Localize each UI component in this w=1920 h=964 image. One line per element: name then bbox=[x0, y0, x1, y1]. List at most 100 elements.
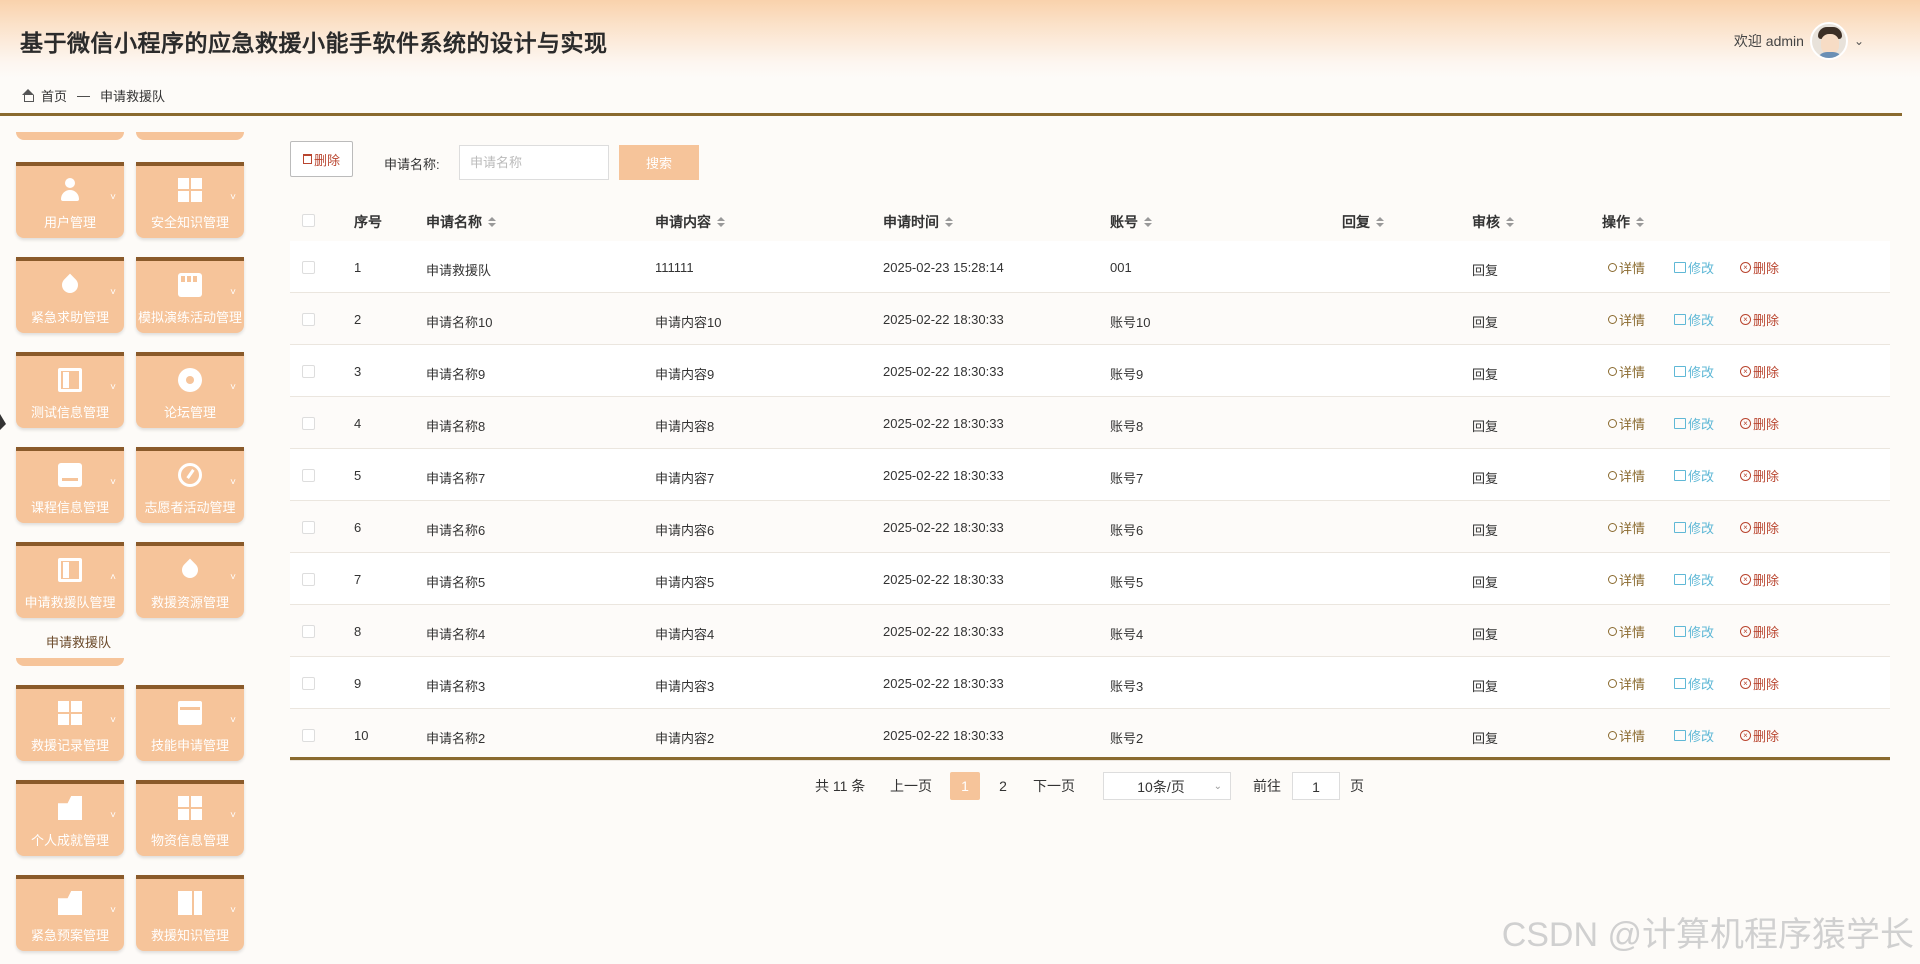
goto-page-input[interactable]: 1 bbox=[1292, 772, 1340, 800]
delete-button[interactable]: × 删除 bbox=[1740, 622, 1779, 641]
sidebar-item-5[interactable]: 测试信息管理 ˅ bbox=[16, 352, 124, 428]
detail-button[interactable]: 详情 bbox=[1608, 414, 1645, 433]
row-checkbox[interactable] bbox=[302, 365, 315, 378]
batch-delete-button[interactable]: 删除 bbox=[290, 141, 353, 177]
sidebar-item-label: 救援记录管理 bbox=[30, 738, 109, 753]
column-header[interactable]: 申请名称 bbox=[426, 212, 496, 232]
row-checkbox[interactable] bbox=[302, 313, 315, 326]
sidebar-item-11[interactable]: 救援记录管理 ˅ bbox=[16, 685, 124, 761]
column-header[interactable]: 申请内容 bbox=[655, 212, 725, 232]
table-cell: 2025-02-22 18:30:33 bbox=[883, 728, 1004, 743]
sidebar-item-3[interactable]: 紧急求助管理 ˅ bbox=[16, 257, 124, 333]
sort-icon[interactable] bbox=[945, 217, 953, 227]
edit-button[interactable]: 修改 bbox=[1674, 310, 1714, 329]
table-cell: 8 bbox=[354, 624, 362, 639]
sidebar-item-12[interactable]: 技能申请管理 ˅ bbox=[136, 685, 244, 761]
edit-button[interactable]: 修改 bbox=[1674, 622, 1714, 641]
delete-button[interactable]: × 删除 bbox=[1740, 414, 1779, 433]
delete-button[interactable]: × 删除 bbox=[1740, 674, 1779, 693]
chevron-down-icon[interactable]: ⌄ bbox=[1854, 34, 1864, 48]
column-header[interactable]: 回复 bbox=[1342, 212, 1384, 232]
column-header-label: 账号 bbox=[1110, 214, 1138, 230]
edit-button[interactable]: 修改 bbox=[1674, 258, 1714, 277]
edit-button[interactable]: 修改 bbox=[1674, 726, 1714, 745]
sort-icon[interactable] bbox=[717, 217, 725, 227]
row-checkbox[interactable] bbox=[302, 573, 315, 586]
row-checkbox[interactable] bbox=[302, 261, 315, 274]
sidebar-item-1[interactable]: 用户管理 ˅ bbox=[16, 162, 124, 238]
table-cell: 账号5 bbox=[1110, 575, 1144, 590]
sort-icon[interactable] bbox=[488, 217, 496, 227]
delete-button[interactable]: × 删除 bbox=[1740, 258, 1779, 277]
detail-button[interactable]: 详情 bbox=[1608, 570, 1645, 589]
action-label: 删除 bbox=[1753, 521, 1780, 536]
sidebar-item-7[interactable]: 课程信息管理 ˅ bbox=[16, 447, 124, 523]
detail-button[interactable]: 详情 bbox=[1608, 466, 1645, 485]
table-cell: 申请内容10 bbox=[655, 315, 722, 330]
edit-button[interactable]: 修改 bbox=[1674, 570, 1714, 589]
avatar[interactable] bbox=[1809, 22, 1848, 60]
sidebar-item-6[interactable]: 论坛管理 ˅ bbox=[136, 352, 244, 428]
row-checkbox[interactable] bbox=[302, 417, 315, 430]
sidebar-item-4[interactable]: 模拟演练活动管理 ˅ bbox=[136, 257, 244, 333]
sidebar-item-16[interactable]: 救援知识管理 ˅ bbox=[136, 875, 244, 951]
sort-icon[interactable] bbox=[1636, 217, 1644, 227]
column-header[interactable]: 账号 bbox=[1110, 212, 1152, 232]
search-button[interactable]: 搜索 bbox=[619, 145, 699, 180]
edit-button[interactable]: 修改 bbox=[1674, 518, 1714, 537]
edit-button[interactable]: 修改 bbox=[1674, 362, 1714, 381]
column-header[interactable]: 操作 bbox=[1602, 212, 1644, 232]
edit-button[interactable]: 修改 bbox=[1674, 466, 1714, 485]
sidebar-item-2[interactable]: 安全知识管理 ˅ bbox=[136, 162, 244, 238]
detail-button[interactable]: 详情 bbox=[1608, 362, 1645, 381]
edit-button[interactable]: 修改 bbox=[1674, 414, 1714, 433]
row-checkbox[interactable] bbox=[302, 521, 315, 534]
prev-page-button[interactable]: 上一页 bbox=[890, 772, 932, 800]
sort-icon[interactable] bbox=[1506, 217, 1514, 227]
user-menu[interactable]: 欢迎 admin ⌄ bbox=[1734, 22, 1864, 60]
row-checkbox[interactable] bbox=[302, 625, 315, 638]
home-icon[interactable] bbox=[21, 89, 35, 102]
row-checkbox[interactable] bbox=[302, 677, 315, 690]
column-header[interactable]: 审核 bbox=[1472, 212, 1514, 232]
breadcrumb-home[interactable]: 首页 bbox=[41, 86, 67, 105]
page-1[interactable]: 1 bbox=[950, 772, 980, 800]
sidebar-item-15[interactable]: 紧急预案管理 ˅ bbox=[16, 875, 124, 951]
search-input[interactable] bbox=[459, 145, 609, 180]
row-checkbox[interactable] bbox=[302, 729, 315, 742]
detail-button[interactable]: 详情 bbox=[1608, 258, 1645, 277]
detail-button[interactable]: 详情 bbox=[1608, 310, 1645, 329]
sort-icon[interactable] bbox=[1376, 217, 1384, 227]
table-cell: 申请内容8 bbox=[655, 419, 715, 434]
sidebar-item-label: 物资信息管理 bbox=[150, 833, 229, 848]
sort-icon[interactable] bbox=[1144, 217, 1152, 227]
edit-icon bbox=[1674, 470, 1686, 481]
delete-button[interactable]: × 删除 bbox=[1740, 726, 1779, 745]
detail-button[interactable]: 详情 bbox=[1608, 674, 1645, 693]
page-2[interactable]: 2 bbox=[988, 772, 1018, 800]
detail-button[interactable]: 详情 bbox=[1608, 622, 1645, 641]
column-header-label: 申请时间 bbox=[883, 214, 939, 230]
page-size-select[interactable]: 10条/页 ⌄ bbox=[1103, 772, 1231, 800]
sidebar-subitem-apply-rescue-team[interactable]: 申请救援队 bbox=[46, 632, 111, 651]
delete-button[interactable]: × 删除 bbox=[1740, 518, 1779, 537]
detail-button[interactable]: 详情 bbox=[1608, 518, 1645, 537]
action-label: 删除 bbox=[1753, 729, 1780, 744]
table-cell: 111111 bbox=[655, 260, 694, 275]
delete-button[interactable]: × 删除 bbox=[1740, 466, 1779, 485]
sidebar-item-10[interactable]: 救援资源管理 ˅ bbox=[136, 542, 244, 618]
column-header[interactable]: 申请时间 bbox=[883, 212, 953, 232]
delete-button[interactable]: × 删除 bbox=[1740, 310, 1779, 329]
welcome-text: 欢迎 admin bbox=[1733, 33, 1804, 49]
detail-button[interactable]: 详情 bbox=[1608, 726, 1645, 745]
delete-button[interactable]: × 删除 bbox=[1740, 362, 1779, 381]
breadcrumb-current: 申请救援队 bbox=[100, 89, 166, 104]
next-page-button[interactable]: 下一页 bbox=[1033, 772, 1075, 800]
row-checkbox[interactable] bbox=[302, 469, 315, 482]
sidebar-item-9[interactable]: 申请救援队管理 ˄ bbox=[16, 542, 124, 618]
edit-button[interactable]: 修改 bbox=[1674, 674, 1714, 693]
sidebar-item-label: 用户管理 bbox=[43, 215, 96, 230]
delete-button[interactable]: × 删除 bbox=[1740, 570, 1779, 589]
sidebar-item-8[interactable]: 志愿者活动管理 ˅ bbox=[136, 447, 244, 523]
select-all-checkbox[interactable] bbox=[302, 214, 315, 227]
